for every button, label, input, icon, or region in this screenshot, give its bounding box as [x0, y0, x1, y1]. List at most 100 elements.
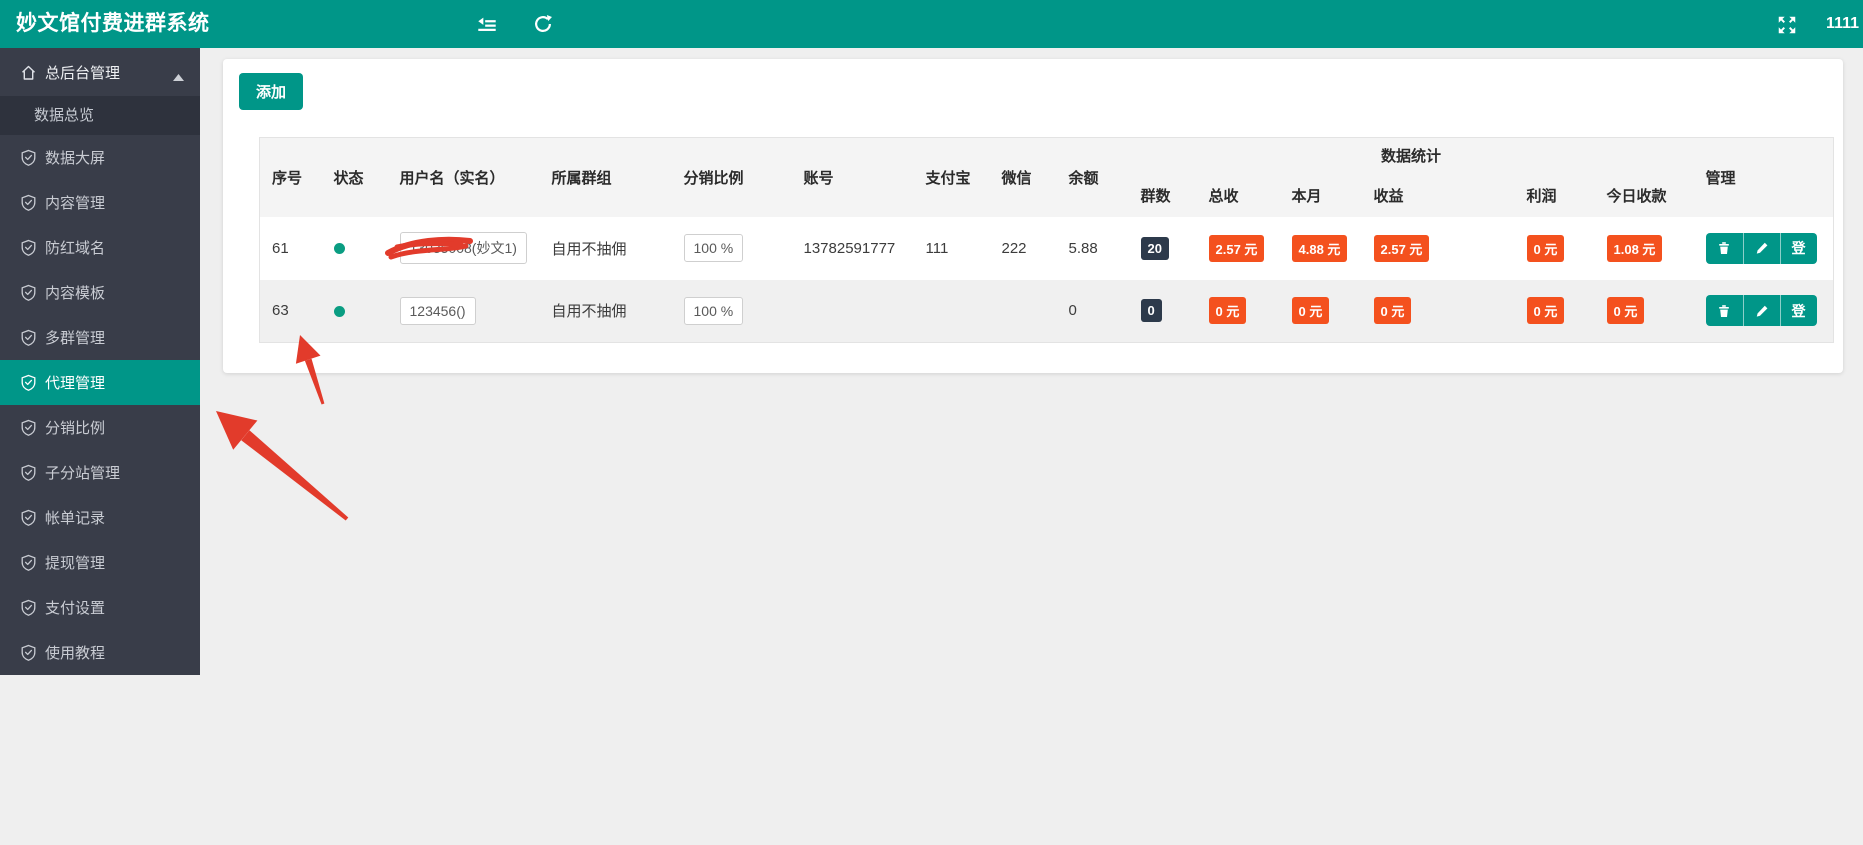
shield-check-icon: [20, 554, 37, 571]
menu-fold-icon[interactable]: [476, 13, 498, 35]
month-badge: 0 元: [1291, 297, 1330, 325]
username-box[interactable]: 123456(): [399, 296, 476, 325]
shield-check-icon: [20, 194, 37, 211]
col-header-wechat: 微信: [989, 137, 1057, 217]
shield-check-icon: [20, 644, 37, 661]
status-dot: [333, 243, 345, 255]
sidebar-item-label: 使用教程: [45, 645, 106, 662]
sidebar-item-label: 数据总览: [34, 107, 95, 124]
sidebar-item-label: 分销比例: [45, 420, 106, 437]
col-header-status: 状态: [321, 137, 388, 217]
col-group-header-stats: 数据统计: [1128, 137, 1694, 174]
pencil-icon: [1756, 305, 1767, 317]
sidebar-item-multi-group[interactable]: 多群管理: [0, 315, 200, 360]
cell-account: 13782591777: [791, 216, 914, 280]
cell-id: 63: [259, 279, 322, 343]
sidebar-group-label: 总后台管理: [45, 64, 121, 82]
col-header-today: 今日收款: [1594, 173, 1694, 217]
cell-alipay: 111: [913, 216, 990, 280]
income-badge: 0 元: [1373, 297, 1412, 325]
shield-check-icon: [20, 419, 37, 436]
cell-balance: 5.88: [1056, 216, 1129, 280]
caret-up-icon: [173, 68, 184, 85]
cell-balance: 0: [1056, 279, 1129, 343]
col-header-income: 收益: [1361, 173, 1515, 217]
col-header-group: 所属群组: [539, 137, 672, 217]
fullscreen-icon[interactable]: [1776, 14, 1796, 34]
sidebar-item-distribution-ratio[interactable]: 分销比例: [0, 405, 200, 450]
sidebar-item-data-overview[interactable]: 数据总览: [0, 96, 200, 135]
col-header-balance: 余额: [1056, 137, 1129, 217]
red-arrow-annotation-large: [216, 411, 349, 521]
total-income-badge: 0 元: [1208, 297, 1247, 325]
today-badge: 0 元: [1606, 297, 1645, 325]
profit-badge: 0 元: [1526, 297, 1565, 325]
row-actions: 登: [1705, 295, 1817, 327]
content-card: 添加 序号 状态 用户名（实名） 所属群组 分销比例 账号 支付宝 微信 余额 …: [223, 59, 1843, 373]
sidebar-item-label: 提现管理: [45, 555, 106, 572]
cell-alipay: [913, 279, 990, 343]
income-badge: 2.57 元: [1373, 234, 1430, 262]
shield-check-icon: [20, 374, 37, 391]
table-row: 61 13035008(妙文1) 自用不抽佣 100 % 13782591777…: [259, 216, 1834, 280]
col-header-manage: 管理: [1693, 137, 1834, 217]
trash-icon: [1719, 304, 1729, 317]
col-header-profit: 利润: [1514, 173, 1595, 217]
month-badge: 4.88 元: [1291, 234, 1348, 262]
ratio-box[interactable]: 100 %: [683, 296, 744, 325]
sidebar-group-admin[interactable]: 总后台管理: [0, 48, 200, 96]
col-header-account: 账号: [791, 137, 914, 217]
sidebar-item-payment-settings[interactable]: 支付设置: [0, 585, 200, 630]
login-button[interactable]: 登: [1779, 232, 1817, 264]
ratio-box[interactable]: 100 %: [683, 234, 744, 262]
sidebar-item-content-mgmt[interactable]: 内容管理: [0, 180, 200, 225]
status-dot: [333, 305, 345, 317]
shield-check-icon: [20, 329, 37, 346]
row-actions: 登: [1705, 232, 1817, 264]
col-header-id: 序号: [259, 137, 322, 217]
top-header: 妙文馆付费进群系统 1111: [0, 0, 1863, 48]
cell-group: 自用不抽佣: [539, 216, 672, 280]
shield-check-icon: [20, 599, 37, 616]
cell-id: 61: [259, 216, 322, 280]
sidebar-item-substation-mgmt[interactable]: 子分站管理: [0, 450, 200, 495]
shield-check-icon: [20, 149, 37, 166]
trash-icon: [1719, 242, 1729, 254]
header-username[interactable]: 1111: [1826, 0, 1861, 48]
col-header-group-count: 群数: [1128, 173, 1197, 217]
sidebar-item-content-template[interactable]: 内容模板: [0, 270, 200, 315]
cell-wechat: [989, 279, 1057, 343]
sidebar-item-billing-records[interactable]: 帐单记录: [0, 495, 200, 540]
sidebar-item-label: 子分站管理: [45, 465, 121, 482]
cell-wechat: 222: [989, 216, 1057, 280]
shield-check-icon: [20, 464, 37, 481]
login-button[interactable]: 登: [1779, 295, 1817, 327]
sidebar-item-usage-tutorial[interactable]: 使用教程: [0, 630, 200, 675]
agents-table: 序号 状态 用户名（实名） 所属群组 分销比例 账号 支付宝 微信 余额 数据统…: [259, 137, 1835, 343]
pencil-icon: [1756, 242, 1767, 254]
col-header-alipay: 支付宝: [913, 137, 990, 217]
delete-button[interactable]: [1705, 295, 1743, 327]
sidebar-item-withdrawal-mgmt[interactable]: 提现管理: [0, 540, 200, 585]
sidebar-item-label: 内容管理: [45, 195, 106, 212]
sidebar-item-label: 内容模板: [45, 285, 106, 302]
sidebar-item-label: 多群管理: [45, 330, 106, 347]
edit-button[interactable]: [1742, 232, 1780, 264]
col-header-ratio: 分销比例: [671, 137, 792, 217]
username-box[interactable]: 13035008(妙文1): [399, 232, 527, 264]
refresh-icon[interactable]: [532, 13, 554, 35]
shield-check-icon: [20, 284, 37, 301]
sidebar-item-agent-mgmt[interactable]: 代理管理: [0, 360, 200, 405]
cell-account: [791, 279, 914, 343]
sidebar-item-data-screen[interactable]: 数据大屏: [0, 135, 200, 180]
group-count-badge: 0: [1140, 299, 1162, 323]
add-button[interactable]: 添加: [239, 73, 303, 110]
sidebar-item-antired-domain[interactable]: 防红域名: [0, 225, 200, 270]
app-title: 妙文馆付费进群系统: [16, 12, 210, 35]
group-count-badge: 20: [1140, 236, 1169, 260]
delete-button[interactable]: [1705, 232, 1743, 264]
sidebar-item-label: 支付设置: [45, 600, 106, 617]
total-income-badge: 2.57 元: [1208, 234, 1265, 262]
cell-group: 自用不抽佣: [539, 279, 672, 343]
edit-button[interactable]: [1742, 295, 1780, 327]
